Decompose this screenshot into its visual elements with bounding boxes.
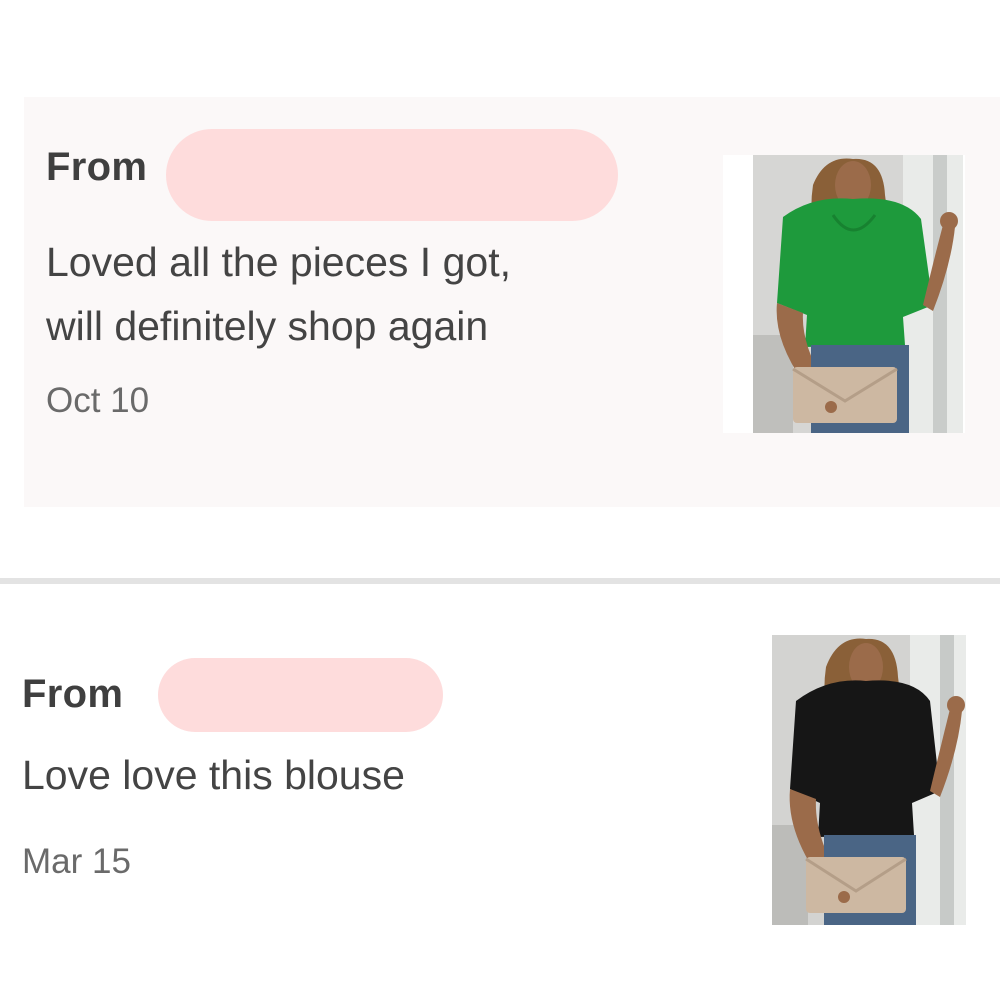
black-blouse-photo-icon [772,635,966,925]
from-label: From [22,672,124,716]
redacted-sender-name [158,658,443,732]
product-thumbnail-frame [723,155,965,433]
review-separator [0,578,1000,584]
product-thumbnail[interactable] [753,155,963,433]
review-card[interactable]: From Love love this blouse Mar 15 [0,590,1000,1000]
review-date: Oct 10 [46,381,150,420]
product-thumbnail[interactable] [772,635,966,925]
review-text: Love love this blouse [22,752,405,798]
review-sender-row: From [22,658,443,732]
review-card[interactable]: From Loved all the pieces I got, will de… [24,97,1000,507]
redacted-sender-name [166,129,618,221]
review-text: Loved all the pieces I got, will definit… [46,239,511,349]
green-blouse-photo-icon [753,155,963,433]
from-label: From [46,145,148,189]
review-date: Mar 15 [22,842,131,881]
review-sender-row: From [46,129,618,221]
